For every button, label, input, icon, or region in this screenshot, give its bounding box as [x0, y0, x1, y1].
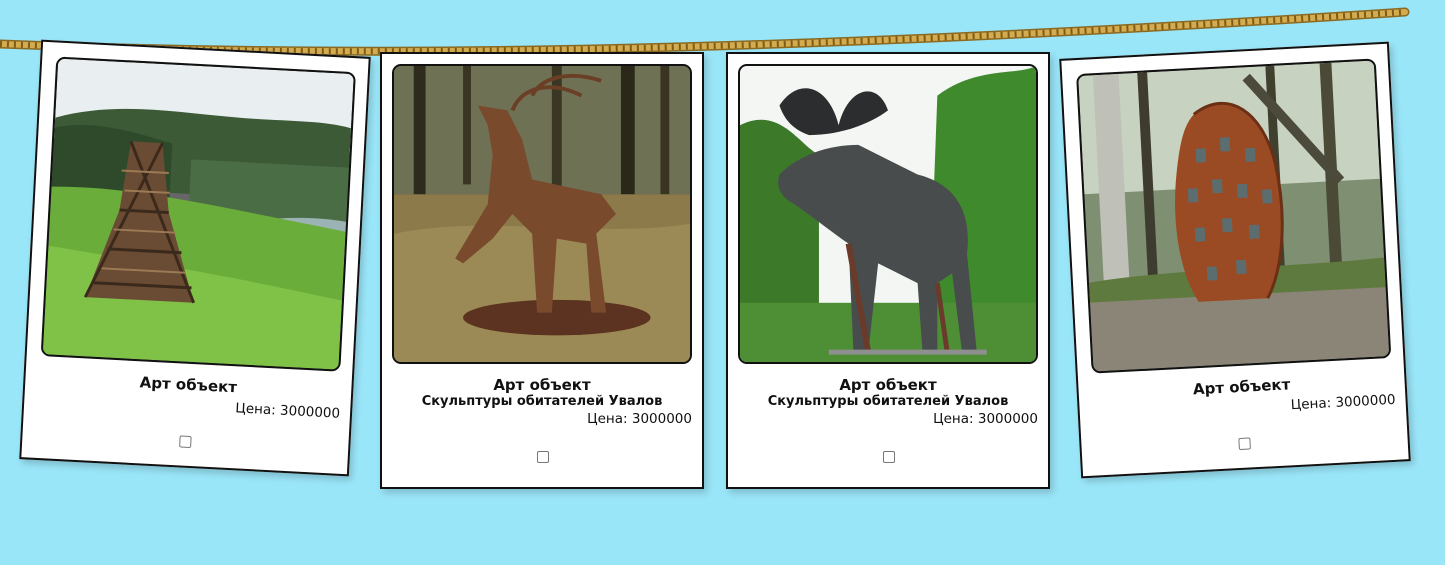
card-price: Цена: 3000000: [1290, 391, 1396, 414]
card-subtitle: Скульптуры обитателей Увалов: [421, 394, 663, 409]
select-checkbox[interactable]: [537, 451, 549, 463]
card-price: Цена: 3000000: [234, 400, 341, 422]
art-card[interactable]: Арт объект Цена: 3000000: [1059, 41, 1411, 479]
art-card[interactable]: Арт объект Скульптуры обитателей Увалов …: [380, 52, 704, 489]
select-checkbox[interactable]: [883, 451, 895, 463]
moose-sculpture-image: [740, 66, 1036, 362]
bronze-deer-image: [394, 66, 690, 362]
art-photo: [738, 64, 1038, 364]
card-price: Цена: 3000000: [587, 411, 692, 427]
select-checkbox[interactable]: [179, 435, 192, 449]
card-price: Цена: 3000000: [933, 411, 1038, 427]
wicker-tower-image: [42, 58, 354, 370]
art-photo: [392, 64, 692, 364]
art-card[interactable]: Арт объект Скульптуры обитателей Увалов …: [726, 52, 1050, 489]
art-photo: [40, 56, 356, 372]
art-card[interactable]: Арт объект Цена: 3000000: [19, 39, 371, 477]
select-checkbox[interactable]: [1238, 437, 1251, 451]
card-title: Арт объект: [493, 376, 591, 394]
card-title: Арт объект: [839, 376, 937, 394]
card-title: Арт объект: [139, 373, 238, 397]
card-subtitle: Скульптуры обитателей Увалов: [767, 394, 1009, 409]
art-photo: [1076, 58, 1392, 374]
wooden-cone-image: [1078, 60, 1390, 372]
